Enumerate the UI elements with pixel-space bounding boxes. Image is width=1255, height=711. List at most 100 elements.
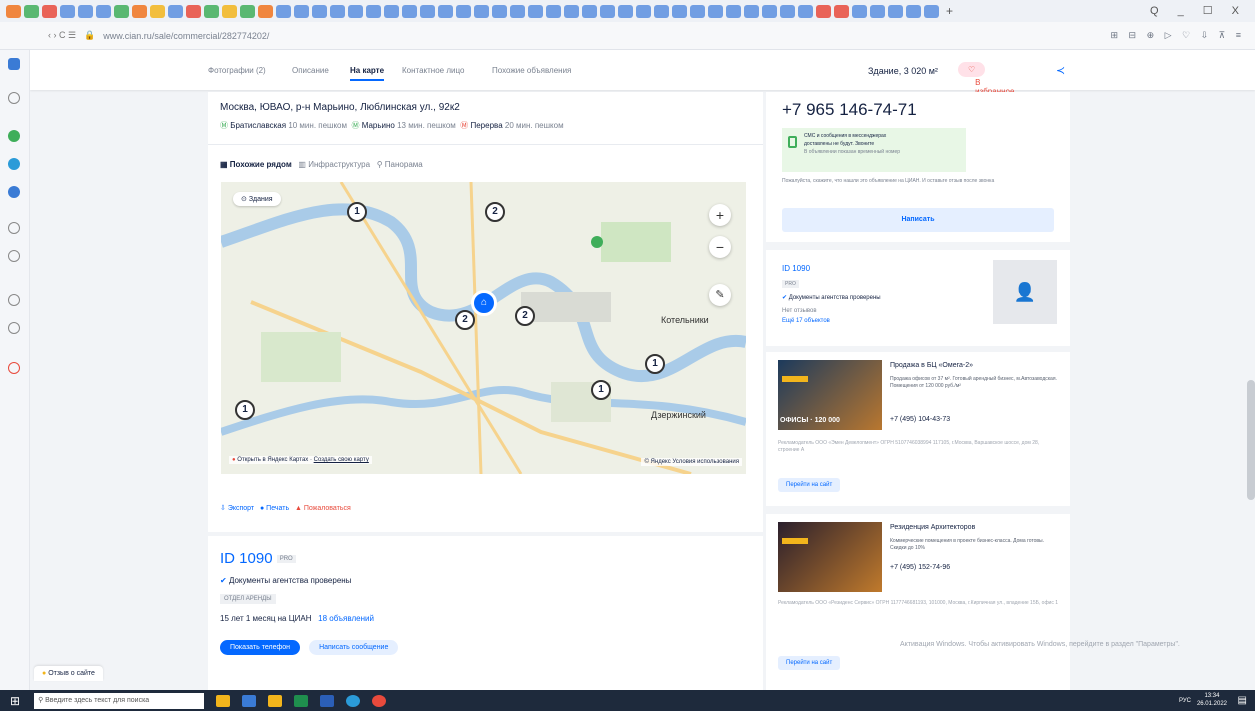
write-button[interactable]: Написать	[782, 208, 1054, 232]
share-icon[interactable]: ≺	[1056, 64, 1065, 77]
tab-icon[interactable]	[168, 4, 183, 18]
show-phone-button[interactable]: Показать телефон	[220, 640, 300, 655]
opera-icon[interactable]	[372, 694, 387, 707]
export-link[interactable]: ⇩ Экспорт	[220, 505, 254, 512]
tab-icon[interactable]	[816, 4, 831, 18]
tab-icon[interactable]	[312, 4, 327, 18]
ad-phone[interactable]: +7 (495) 104-43-73	[890, 416, 950, 423]
tab-icon[interactable]	[852, 4, 867, 18]
tab-icon[interactable]	[132, 4, 147, 18]
tab-icon[interactable]	[492, 4, 507, 18]
subnav-photos[interactable]: Фотографии (2)	[208, 66, 266, 75]
ad-phone[interactable]: +7 (495) 152-74-96	[890, 564, 950, 571]
tab-icon[interactable]	[672, 4, 687, 18]
scrollbar-thumb[interactable]	[1247, 380, 1255, 500]
tab-icon[interactable]	[546, 4, 561, 18]
whatsapp-icon[interactable]	[8, 130, 20, 142]
browser-toolbar-icons[interactable]: ⊞ ⊟ ⊕ ▷ ♡ ⇩ ⊼ ≡	[1111, 30, 1246, 41]
tab-icon[interactable]	[906, 4, 921, 18]
play-icon[interactable]	[8, 250, 20, 262]
subnav-similar[interactable]: Похожие объявления	[492, 66, 571, 75]
url-field[interactable]: www.cian.ru/sale/commercial/282774202/	[103, 31, 269, 41]
map-area[interactable]: ⊙ Здания 1 2 2 2 1 1 1 ⌂ + − ✎ Котельник…	[221, 182, 746, 474]
tab-icon[interactable]	[276, 4, 291, 18]
tab-icon[interactable]	[726, 4, 741, 18]
tab-icon[interactable]	[456, 4, 471, 18]
agent-id[interactable]: ID 1090 PRO	[220, 550, 296, 567]
tab-icon[interactable]	[744, 4, 759, 18]
tab-icon[interactable]	[366, 4, 381, 18]
subnav-description[interactable]: Описание	[292, 66, 329, 75]
map-cluster[interactable]: 2	[455, 310, 475, 330]
tab-icon[interactable]	[222, 4, 237, 18]
tab-icon[interactable]	[186, 4, 201, 18]
notification-icon[interactable]: ▤	[1238, 695, 1247, 706]
favorite-button[interactable]: ♡ В избранное	[958, 62, 1014, 96]
taskbar-app-icon[interactable]	[216, 694, 231, 707]
tab-icon[interactable]	[474, 4, 489, 18]
map-tab-infra[interactable]: ▥ Инфраструктура	[298, 160, 370, 169]
building-filter-chip[interactable]: ⊙ Здания	[233, 192, 281, 206]
print-link[interactable]: ● Печать	[260, 505, 289, 512]
clock-icon[interactable]	[8, 322, 20, 334]
window-controls[interactable]: Q _ ☐ X	[1150, 4, 1247, 17]
tab-icon[interactable]	[6, 4, 21, 18]
sidebar-icon[interactable]	[8, 222, 20, 234]
map-cluster[interactable]: 2	[515, 306, 535, 326]
taskbar-search[interactable]: ⚲ Введите здесь текст для поиска	[34, 692, 205, 709]
tab-icon[interactable]	[240, 4, 255, 18]
telegram-icon[interactable]	[8, 158, 20, 170]
ad-image[interactable]	[778, 522, 882, 592]
tab-icon[interactable]	[24, 4, 39, 18]
sidebar-home-icon[interactable]	[8, 58, 20, 70]
tab-icon[interactable]	[690, 4, 705, 18]
new-tab-icon[interactable]: +	[946, 4, 953, 18]
tab-icon[interactable]	[294, 4, 309, 18]
write-message-button[interactable]: Написать сообщение	[309, 640, 399, 655]
metro-station[interactable]: Марьино	[362, 121, 395, 130]
current-object-pin[interactable]: ⌂	[471, 290, 497, 316]
map-cluster[interactable]: 1	[347, 202, 367, 222]
nav-icons[interactable]: ‹ › C ☰	[48, 30, 76, 41]
windows-start-icon[interactable]: ⊞	[10, 694, 20, 708]
create-map-link[interactable]: Создать свою карту	[314, 457, 369, 463]
metro-station[interactable]: Братиславская	[230, 121, 286, 130]
map-cluster[interactable]: 1	[591, 380, 611, 400]
tab-icon[interactable]	[258, 4, 273, 18]
tab-icon[interactable]	[870, 4, 885, 18]
map-tab-similar[interactable]: ▦ Похожие рядом	[220, 160, 292, 169]
excel-icon[interactable]	[294, 694, 309, 707]
tab-icon[interactable]	[708, 4, 723, 18]
more-objects-link[interactable]: Ещё 17 объектов	[782, 318, 830, 324]
edge-icon[interactable]	[346, 694, 361, 707]
tab-icon[interactable]	[384, 4, 399, 18]
ad-title[interactable]: Продажа в БЦ «Омега-2»	[890, 362, 973, 369]
tab-icon[interactable]	[780, 4, 795, 18]
tab-icon[interactable]	[582, 4, 597, 18]
messenger-icon[interactable]	[8, 186, 20, 198]
bookmark-icon[interactable]	[8, 362, 20, 374]
tray-clock[interactable]: 13:34 26.01.2022	[1197, 692, 1227, 708]
tab-icon[interactable]	[330, 4, 345, 18]
map-cluster[interactable]: 1	[645, 354, 665, 374]
tab-icon[interactable]	[420, 4, 435, 18]
tab-icon[interactable]	[510, 4, 525, 18]
tab-icon[interactable]	[762, 4, 777, 18]
ruler-icon[interactable]: ✎	[709, 284, 731, 306]
listings-link[interactable]: 18 объявлений	[318, 614, 374, 623]
map-cluster[interactable]: 1	[235, 400, 255, 420]
agent-side-id[interactable]: ID 1090	[782, 264, 810, 273]
ad-title[interactable]: Резиденция Архитекторов	[890, 524, 975, 531]
taskbar-app-icon[interactable]	[242, 694, 257, 707]
subnav-map[interactable]: На карте	[350, 66, 385, 81]
sidebar-icon[interactable]	[8, 92, 20, 104]
tab-icon[interactable]	[438, 4, 453, 18]
folder-icon[interactable]	[268, 694, 283, 707]
tab-icon[interactable]	[834, 4, 849, 18]
tab-icon[interactable]	[150, 4, 165, 18]
tab-icon[interactable]	[798, 4, 813, 18]
zoom-out-button[interactable]: −	[709, 236, 731, 258]
tab-icon[interactable]	[654, 4, 669, 18]
subnav-contact[interactable]: Контактное лицо	[402, 66, 464, 75]
tab-icon[interactable]	[96, 4, 111, 18]
